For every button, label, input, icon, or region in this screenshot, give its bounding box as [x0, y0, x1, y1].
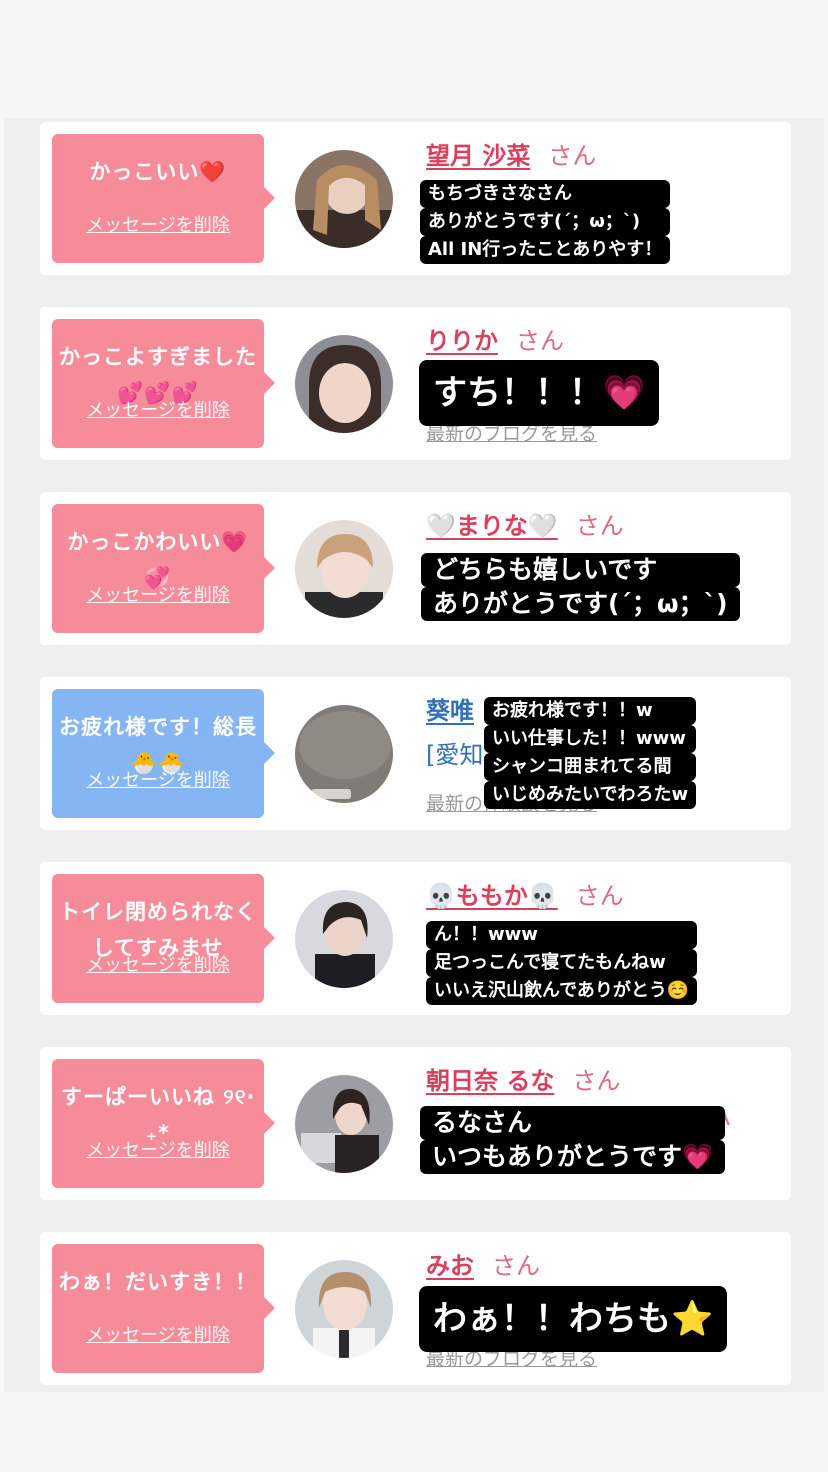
avatar[interactable]	[295, 150, 393, 248]
delete-message-link[interactable]: メッセージを削除	[52, 766, 264, 792]
delete-message-link[interactable]: メッセージを削除	[52, 951, 264, 977]
message-bubble: かっこいい❤️ メッセージを削除	[52, 134, 275, 263]
honorific: さん	[575, 512, 624, 540]
message-bubble: かっこよすぎました💕💕💕 メッセージを削除	[52, 319, 275, 448]
latest-review-link[interactable]: 最新の体験談を見る	[426, 789, 597, 816]
cast-name-link[interactable]: 🤍まりな🤍	[426, 512, 558, 540]
avatar[interactable]	[295, 335, 393, 433]
message-card: わぁ！だいすき！！ メッセージを削除 みお さん 最新のブログを見る	[40, 1232, 791, 1385]
message-bubble: かっこかわいい💗💞 メッセージを削除	[52, 504, 275, 633]
cast-name-link[interactable]: 朝日奈 るな	[426, 1067, 554, 1095]
cast-name-link[interactable]: 💀ももか💀	[426, 882, 558, 910]
message-card: かっこよすぎました💕💕💕 メッセージを削除 りりか さん 最新のブログを見る	[40, 307, 791, 460]
message-bubble: お疲れ様です！総長🐣🐣 メッセージを削除	[52, 689, 275, 818]
store-info: [愛知	[426, 741, 484, 769]
message-bubble: すーぱーいいね ୨୧‧₊* メッセージを削除	[52, 1059, 275, 1188]
avatar[interactable]	[295, 890, 393, 988]
message-card: トイレ閉められなくしてすみませ メッセージを削除 💀ももか💀 さん k	[40, 862, 791, 1015]
honorific: さん	[548, 142, 597, 170]
delete-message-link[interactable]: メッセージを削除	[52, 396, 264, 422]
store-info: k	[570, 918, 584, 946]
cast-name-link[interactable]: みお	[426, 1252, 474, 1280]
honorific: さん	[575, 882, 624, 910]
message-text: かっこいい❤️	[89, 160, 227, 184]
name-row: 葵唯	[426, 691, 474, 726]
message-card: お疲れ様です！総長🐣🐣 メッセージを削除 葵唯 [愛知 最新の体験談を見る	[40, 677, 791, 830]
cast-name-link[interactable]: 望月 沙菜	[426, 142, 530, 170]
message-list-panel: かっこいい❤️ メッセージを削除 望月 沙菜 さん かっこよすぎました💕💕💕 メッ…	[4, 118, 824, 1392]
latest-blog-link[interactable]: 最新のブログを見る	[426, 1344, 597, 1371]
honorific: さん	[516, 327, 564, 355]
name-row: 望月 沙菜 さん	[426, 136, 596, 171]
name-row: りりか さん	[426, 321, 564, 356]
name-row: 💀ももか💀 さん	[426, 876, 624, 911]
honorific: さん	[572, 1067, 621, 1095]
avatar[interactable]	[295, 1260, 393, 1358]
store-info: oine Cafe HANA	[540, 1103, 731, 1131]
message-card: すーぱーいいね ୨୧‧₊* メッセージを削除 朝日奈 るな さん oine Caf…	[40, 1047, 791, 1200]
latest-blog-link[interactable]: 最新のブログを見る	[426, 419, 597, 446]
avatar[interactable]	[295, 705, 393, 803]
name-row: みお さん	[426, 1246, 540, 1281]
avatar[interactable]	[295, 520, 393, 618]
message-bubble: トイレ閉められなくしてすみませ メッセージを削除	[52, 874, 275, 1003]
delete-message-link[interactable]: メッセージを削除	[52, 211, 264, 237]
delete-message-link[interactable]: メッセージを削除	[52, 1321, 264, 1347]
customer-name-link[interactable]: 葵唯	[426, 697, 474, 725]
delete-message-link[interactable]: メッセージを削除	[52, 581, 264, 607]
name-row: 🤍まりな🤍 さん	[426, 506, 624, 541]
avatar[interactable]	[295, 1075, 393, 1173]
name-row: 朝日奈 るな さん	[426, 1061, 620, 1096]
message-text: わぁ！だいすき！！	[59, 1270, 257, 1294]
honorific: さん	[492, 1252, 540, 1280]
message-bubble: わぁ！だいすき！！ メッセージを削除	[52, 1244, 275, 1373]
message-card: かっこいい❤️ メッセージを削除 望月 沙菜 さん	[40, 122, 791, 275]
message-card: かっこかわいい💗💞 メッセージを削除 🤍まりな🤍 さん	[40, 492, 791, 645]
cast-name-link[interactable]: りりか	[426, 327, 498, 355]
delete-message-link[interactable]: メッセージを削除	[52, 1136, 264, 1162]
